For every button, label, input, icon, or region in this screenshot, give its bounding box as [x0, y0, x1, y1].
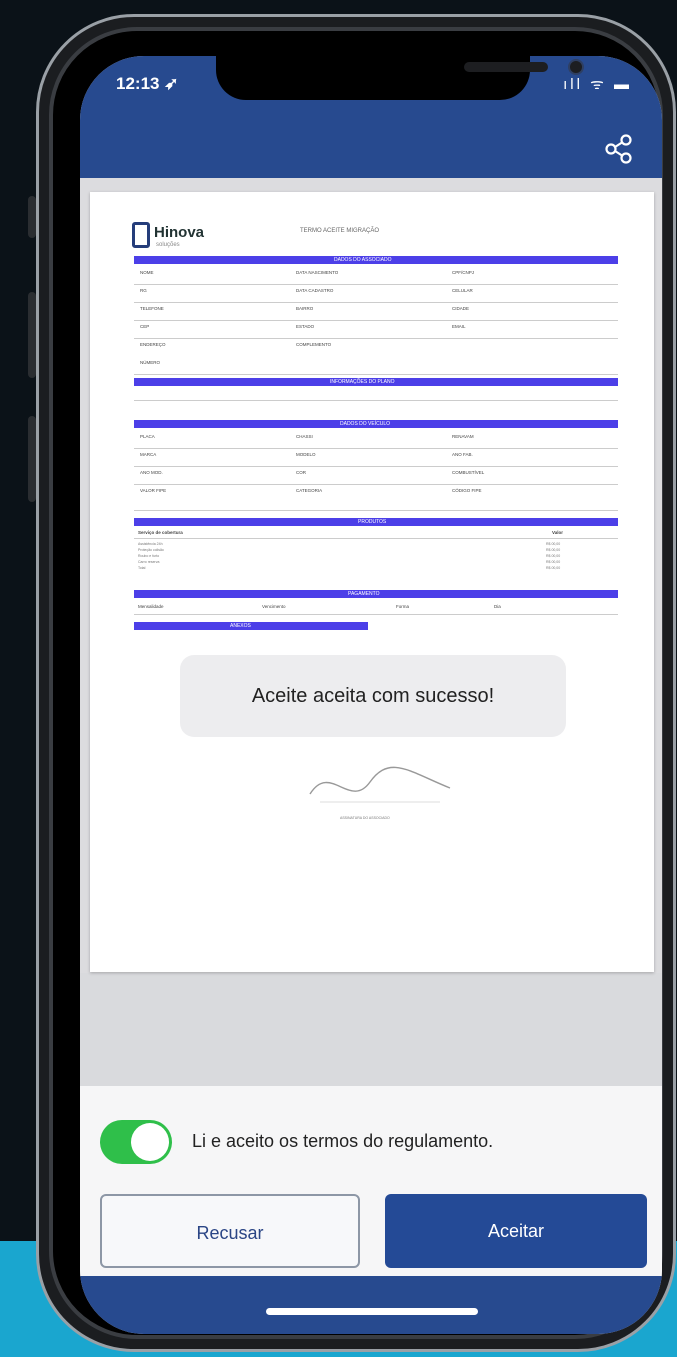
terms-label: Li e aceito os termos do regulamento.	[192, 1131, 494, 1151]
field-label: PLACA	[140, 434, 155, 439]
field-label: MODELO	[296, 452, 316, 457]
field-label: CELULAR	[452, 288, 473, 293]
field-label: CPF/CNPJ	[452, 270, 475, 275]
field-label: VALOR FIPE	[140, 488, 167, 493]
product-name: Carro reserva	[138, 560, 160, 564]
home-bar-area	[80, 1276, 662, 1334]
success-toast: Aceite aceita com sucesso!	[180, 655, 566, 737]
field-label: CEP	[140, 324, 150, 329]
speaker	[464, 62, 548, 72]
field-label: DATA NASCIMENTO	[296, 270, 339, 275]
section-bar: INFORMAÇÕES DO PLANO	[134, 378, 618, 386]
product-name: Total	[138, 566, 146, 570]
field-label: ESTADO	[296, 324, 315, 329]
camera	[568, 59, 584, 75]
field-label: CATEGORIA	[296, 488, 323, 493]
field-label: ANO FAB.	[452, 452, 473, 457]
document-page: Hinova soluções TERMO ACEITE MIGRAÇÃO DA…	[90, 192, 654, 972]
product-value: R$ 00,00	[546, 554, 561, 558]
bottom-panel: Li e aceito os termos do regulamento. Re…	[80, 1086, 662, 1276]
field-label: CIDADE	[452, 306, 470, 311]
product-value: R$ 00,00	[546, 542, 561, 546]
status-icons: ıll ᯤ ▬	[563, 76, 632, 93]
accept-terms-toggle[interactable]	[100, 1120, 172, 1164]
products-header: Valor	[552, 530, 564, 535]
products-header: Serviço de cobertura	[138, 530, 183, 535]
status-time: 12:13 ➶	[116, 74, 179, 93]
product-value: R$ 00,00	[546, 566, 561, 570]
field-label: COR	[296, 470, 306, 475]
field-label: RENAVAM	[452, 434, 474, 439]
field-label: BAIRRO	[296, 306, 314, 311]
home-indicator[interactable]	[266, 1308, 478, 1315]
notch	[216, 56, 584, 100]
field-label: TELEFONE	[140, 306, 164, 311]
toggle-knob	[131, 1123, 169, 1161]
field-label: MARCA	[140, 452, 157, 457]
document-title: TERMO ACEITE MIGRAÇÃO	[300, 228, 380, 234]
field-label: EMAIL	[452, 324, 466, 329]
signature-image	[309, 766, 451, 803]
app-screen: 12:13 ➶ ıll ᯤ ▬ Hinova soluções TERMO AC…	[80, 56, 662, 1334]
product-value: R$ 00,00	[546, 560, 561, 564]
section-bar: PAGAMENTO	[134, 590, 618, 598]
payment-label: Vencimento	[262, 604, 286, 609]
mute-switch	[28, 196, 36, 238]
document-viewer[interactable]: Hinova soluções TERMO ACEITE MIGRAÇÃO DA…	[80, 178, 662, 973]
share-icon[interactable]	[604, 134, 634, 164]
section-bar: DADOS DO ASSOCIADO	[134, 256, 618, 264]
field-label: ANO MOD.	[140, 470, 163, 475]
section-bar: ANEXOS	[134, 622, 368, 630]
field-label: DATA CADASTRO	[296, 288, 334, 293]
field-label: NOME	[140, 270, 154, 275]
payment-label: Dia	[494, 604, 501, 609]
payment-label: Forma	[396, 604, 410, 609]
accept-button[interactable]: Aceitar	[385, 1194, 647, 1268]
field-label: RG	[140, 288, 147, 293]
app-header: 12:13 ➶ ıll ᯤ ▬	[80, 56, 662, 178]
volume-down-button	[28, 416, 36, 502]
product-name: Assistência 24h	[138, 542, 163, 546]
decline-button[interactable]: Recusar	[100, 1194, 360, 1268]
field-label: CHASSI	[296, 434, 313, 439]
field-label: COMBUSTÍVEL	[452, 470, 485, 475]
product-name: Roubo e furto	[138, 554, 160, 558]
section-bar: DADOS DO VEÍCULO	[134, 420, 618, 428]
field-label: ENDEREÇO	[140, 342, 166, 347]
section-bar: PRODUTOS	[134, 518, 618, 526]
product-value: R$ 00,00	[546, 548, 561, 552]
hinova-logo: Hinova soluções	[132, 222, 252, 252]
field-label: COMPLEMENTO	[296, 342, 332, 347]
volume-up-button	[28, 292, 36, 378]
field-label: CÓDIGO FIPE	[452, 488, 482, 493]
field-label: NÚMERO	[140, 360, 160, 365]
payment-label: Mensalidade	[138, 604, 164, 609]
signature-caption: ASSINATURA DO ASSOCIADO	[340, 816, 390, 820]
product-name: Proteção colisão	[138, 548, 164, 552]
